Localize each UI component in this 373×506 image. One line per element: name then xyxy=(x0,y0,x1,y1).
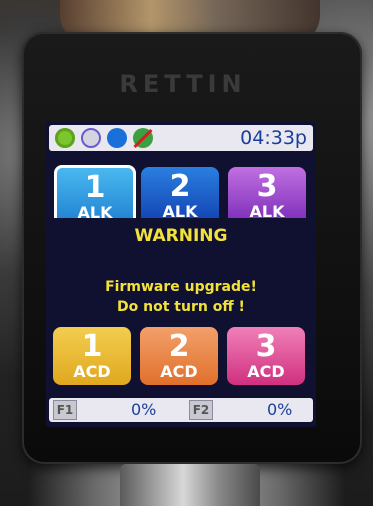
chrome-base xyxy=(120,464,260,506)
warning-message-line1: Firmware upgrade! xyxy=(105,279,257,295)
button-number: 1 xyxy=(81,329,103,364)
clock: 04:33p xyxy=(240,127,307,149)
status-bar: 04:33p xyxy=(49,125,313,151)
warning-message-line2: Do not turn off ! xyxy=(117,299,245,315)
button-number: 3 xyxy=(256,169,278,204)
alk-2-button[interactable]: 2 ALK xyxy=(141,167,219,225)
button-label: ACD xyxy=(160,362,198,381)
brand-logo: RETTIN xyxy=(119,70,247,98)
acd-2-button[interactable]: 2 ACD xyxy=(140,327,218,385)
button-number: 2 xyxy=(169,169,191,204)
warning-title: WARNING xyxy=(134,226,228,246)
button-number: 3 xyxy=(255,329,277,364)
eye-icon[interactable] xyxy=(81,128,101,148)
water-drop-icon[interactable] xyxy=(107,128,127,148)
filter-2-label: F2 xyxy=(189,400,213,420)
alk-3-button[interactable]: 3 ALK xyxy=(228,167,306,225)
filter-status-bar: F1 0% F2 0% xyxy=(49,398,313,422)
filter-1-label: F1 xyxy=(53,400,77,420)
no-water-icon[interactable] xyxy=(133,128,153,148)
button-label: ACD xyxy=(247,362,285,381)
gear-icon[interactable] xyxy=(55,128,75,148)
touch-screen: 04:33p 1 ALK 2 ALK 3 ALK WARNING Firmwar… xyxy=(46,122,316,427)
filter-1-value: 0% xyxy=(131,400,157,419)
acd-1-button[interactable]: 1 ACD xyxy=(53,327,131,385)
filter-2-value: 0% xyxy=(267,400,293,419)
button-number: 1 xyxy=(84,170,106,205)
button-number: 2 xyxy=(168,329,190,364)
acd-3-button[interactable]: 3 ACD xyxy=(227,327,305,385)
button-label: ACD xyxy=(73,362,111,381)
